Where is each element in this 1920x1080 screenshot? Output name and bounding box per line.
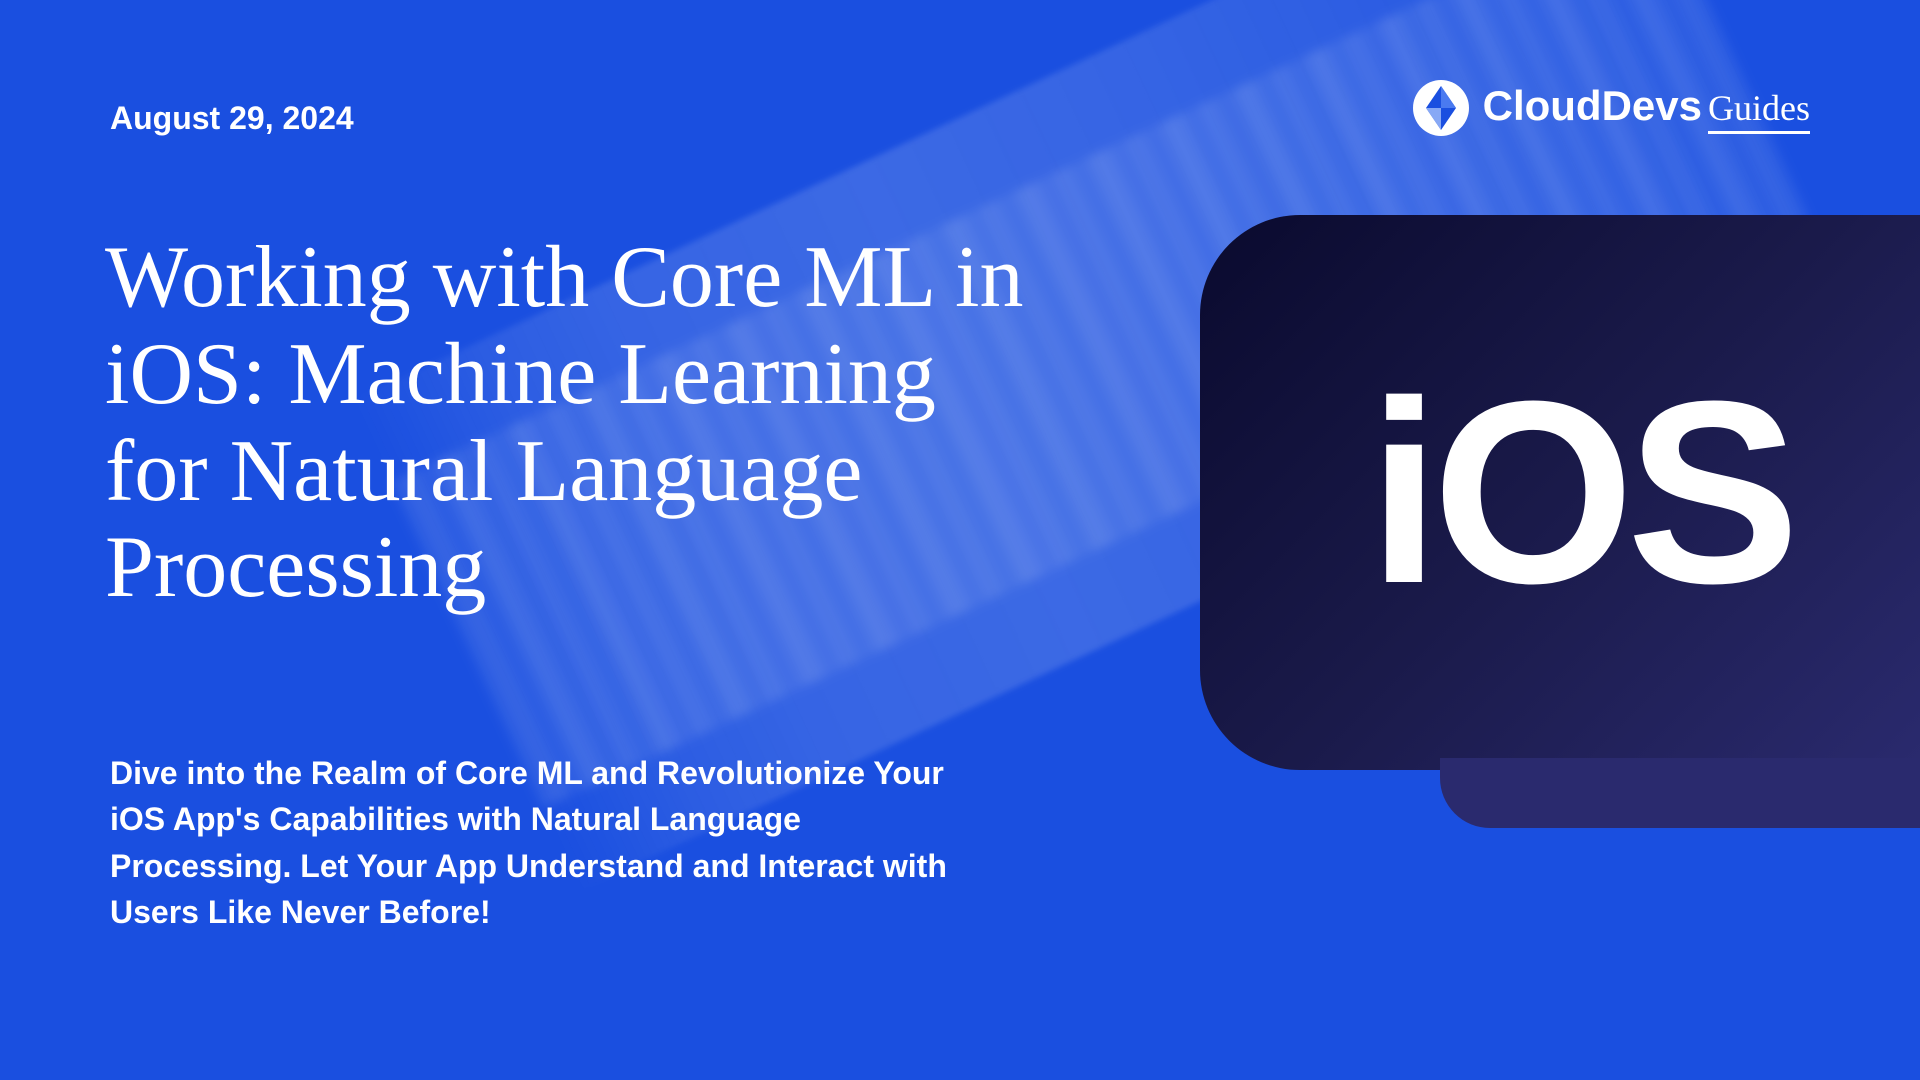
logo-suffix-text: Guides — [1708, 87, 1810, 134]
brand-logo: CloudDevs Guides — [1411, 78, 1810, 138]
clouddevs-icon — [1411, 78, 1471, 138]
ios-badge: iOS — [1200, 215, 1920, 770]
logo-brand-text: CloudDevs — [1483, 82, 1702, 130]
publish-date: August 29, 2024 — [110, 100, 354, 137]
article-title: Working with Core ML in iOS: Machine Lea… — [105, 230, 1025, 617]
article-subtitle: Dive into the Realm of Core ML and Revol… — [110, 750, 970, 936]
ios-badge-text: iOS — [1368, 363, 1792, 623]
